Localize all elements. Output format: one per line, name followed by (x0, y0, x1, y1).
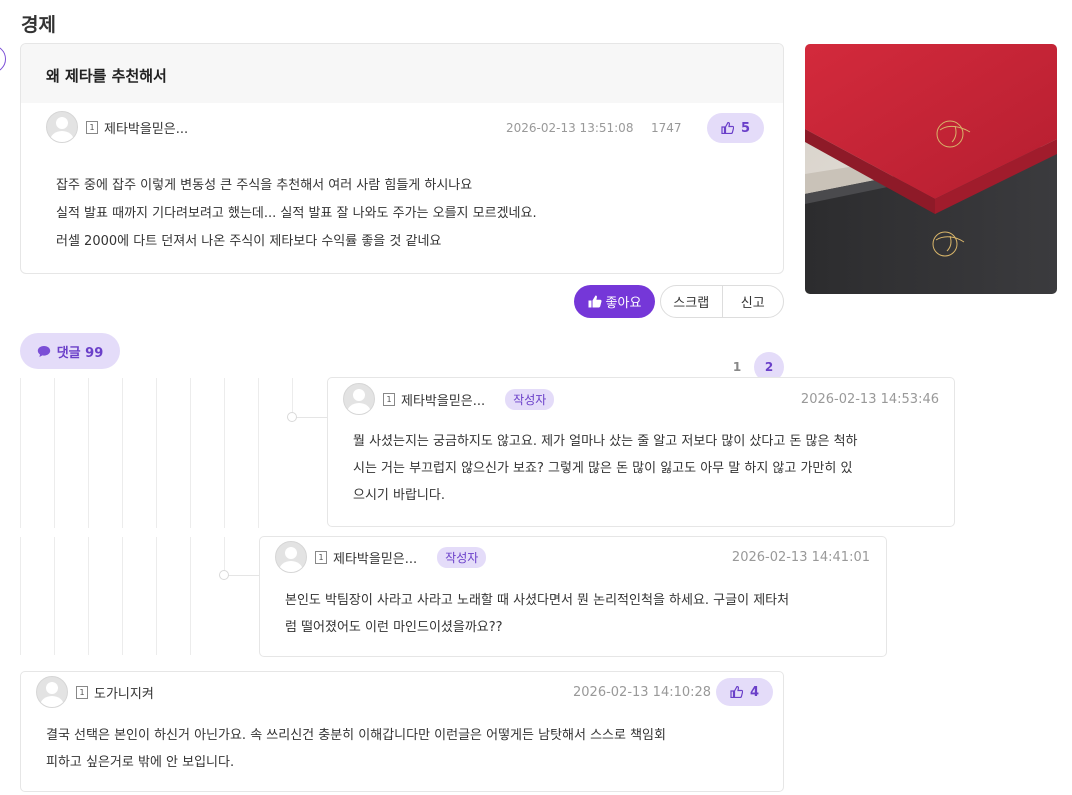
thread-connector (225, 575, 259, 576)
level-badge-icon: 1 (86, 120, 98, 134)
thread-guide-line (54, 537, 55, 655)
post-header: 왜 제타를 추천해서 (21, 44, 783, 103)
post-like-count-button[interactable]: 5 (707, 113, 764, 143)
thread-guide-line (88, 378, 89, 528)
post-datetime: 2026-02-13 13:51:08 (506, 121, 634, 135)
comment-item: 1 도가니지켜 2026-02-13 14:10:28 4 결국 선택은 본인이… (20, 671, 784, 792)
post-views: 1747 (651, 121, 682, 135)
post-author[interactable]: 제타박을믿은... (104, 118, 188, 137)
thread-guide-line (258, 378, 259, 528)
thread-guide-line (54, 378, 55, 528)
thread-connector (293, 417, 327, 418)
comment-author-row: 1 제타박을믿은... 작성자 (275, 541, 487, 573)
comment-body: 본인도 박팀장이 사라고 사라고 노래할 때 사셨다면서 뭔 논리적인척을 하세… (285, 587, 789, 641)
thread-guide-line (224, 378, 225, 528)
comment-count-button[interactable]: 댓글 99 (20, 333, 120, 369)
post-body-line: 러셀 2000에 다트 던져서 나온 주식이 제타보다 수익률 좋을 것 같네요 (56, 234, 442, 249)
comment-line: 피하고 싶은거로 밖에 안 보입니다. (46, 755, 235, 770)
comment-line: 시는 거는 부끄럽지 않으신가 보죠? 그렇게 많은 돈 많이 잃고도 아무 말… (353, 461, 853, 476)
comment-author-row: 1 도가니지켜 (36, 676, 154, 708)
comment-item: 1 제타박을믿은... 작성자 2026-02-13 14:53:46 뭘 사셨… (327, 377, 955, 527)
comment-body: 뭘 사셨는지는 궁금하지도 않고요. 제가 얼마나 샀는 줄 알고 저보다 많이… (353, 428, 858, 509)
comment-like-count-button[interactable]: 4 (716, 678, 773, 706)
post-card: 왜 제타를 추천해서 1 제타박을믿은... 2026-02-13 13:51:… (20, 43, 784, 274)
comment-author[interactable]: 도가니지켜 (94, 683, 154, 702)
author-badge: 작성자 (505, 388, 555, 410)
thread-guide-line (122, 537, 123, 655)
comment-author-row: 1 제타박을믿은... 작성자 (343, 383, 555, 415)
comment-line: 본인도 박팀장이 사라고 사라고 노래할 때 사셨다면서 뭔 논리적인척을 하세… (285, 593, 790, 608)
thread-guide-line (156, 378, 157, 528)
comment-author[interactable]: 제타박을믿은... (333, 548, 417, 567)
thread-guide-line (156, 537, 157, 655)
default-avatar-icon[interactable] (46, 111, 78, 143)
thread-node (219, 570, 229, 580)
scrap-button[interactable]: 스크랩 (661, 286, 722, 317)
thread-guide-line (190, 378, 191, 528)
default-avatar-icon[interactable] (36, 676, 68, 708)
like-button-label: 좋아요 (605, 296, 642, 311)
carousel-prev-button[interactable] (0, 45, 6, 73)
comment-line: 뭘 사셨는지는 궁금하지도 않고요. 제가 얼마나 샀는 줄 알고 저보다 많이… (353, 434, 858, 449)
thread-guide-line (122, 378, 123, 528)
comment-count-label: 댓글 99 (56, 345, 104, 361)
comment-datetime: 2026-02-13 14:53:46 (800, 392, 939, 407)
comment-author[interactable]: 제타박을믿은... (401, 390, 485, 409)
default-avatar-icon[interactable] (343, 383, 375, 415)
speech-bubble-icon (37, 345, 50, 357)
post-like-count: 5 (740, 120, 751, 136)
post-body-line: 실적 발표 때까지 기다려보려고 했는데... 실적 발표 잘 나와도 주가는 … (56, 206, 537, 221)
thumbs-up-icon (721, 122, 734, 134)
thread-guide-line (88, 537, 89, 655)
thread-node (287, 412, 297, 422)
like-button[interactable]: 좋아요 (574, 285, 655, 318)
post-title: 왜 제타를 추천해서 (46, 67, 167, 85)
comment-line: 으시기 바랍니다. (353, 488, 445, 503)
thread-guide-line (20, 537, 21, 655)
level-badge-icon: 1 (76, 685, 88, 699)
post-body: 잡주 중에 잡주 이렇게 변동성 큰 주식을 추천해서 여러 사람 힘들게 하시… (56, 172, 537, 256)
comment-line: 결국 선택은 본인이 하신거 아닌가요. 속 쓰리신건 충분히 이해갑니다만 이… (46, 728, 666, 743)
post-action-group: 스크랩 신고 (660, 285, 784, 318)
post-author-row: 1 제타박을믿은... (46, 111, 188, 143)
level-badge-icon: 1 (315, 550, 327, 564)
thumbs-up-icon (588, 295, 602, 308)
post-image[interactable] (805, 44, 1057, 294)
thread-guide-line (20, 378, 21, 528)
comment-like-count: 4 (749, 684, 760, 700)
level-badge-icon: 1 (383, 392, 395, 406)
post-body-line: 잡주 중에 잡주 이렇게 변동성 큰 주식을 추천해서 여러 사람 힘들게 하시… (56, 178, 473, 193)
comment-item: 1 제타박을믿은... 작성자 2026-02-13 14:41:01 본인도 … (259, 536, 887, 657)
report-button[interactable]: 신고 (723, 286, 784, 317)
section-title: 경제 (21, 14, 56, 36)
default-avatar-icon[interactable] (275, 541, 307, 573)
author-badge: 작성자 (437, 546, 487, 568)
comment-datetime: 2026-02-13 14:10:28 (573, 685, 712, 700)
thread-guide-line (190, 537, 191, 655)
comment-datetime: 2026-02-13 14:41:01 (731, 550, 870, 565)
thumbs-up-icon (730, 686, 743, 698)
comment-line: 럼 떨어졌어도 이런 마인드이셨을까요?? (285, 620, 503, 635)
comment-body: 결국 선택은 본인이 하신거 아닌가요. 속 쓰리신건 충분히 이해갑니다만 이… (46, 722, 666, 776)
